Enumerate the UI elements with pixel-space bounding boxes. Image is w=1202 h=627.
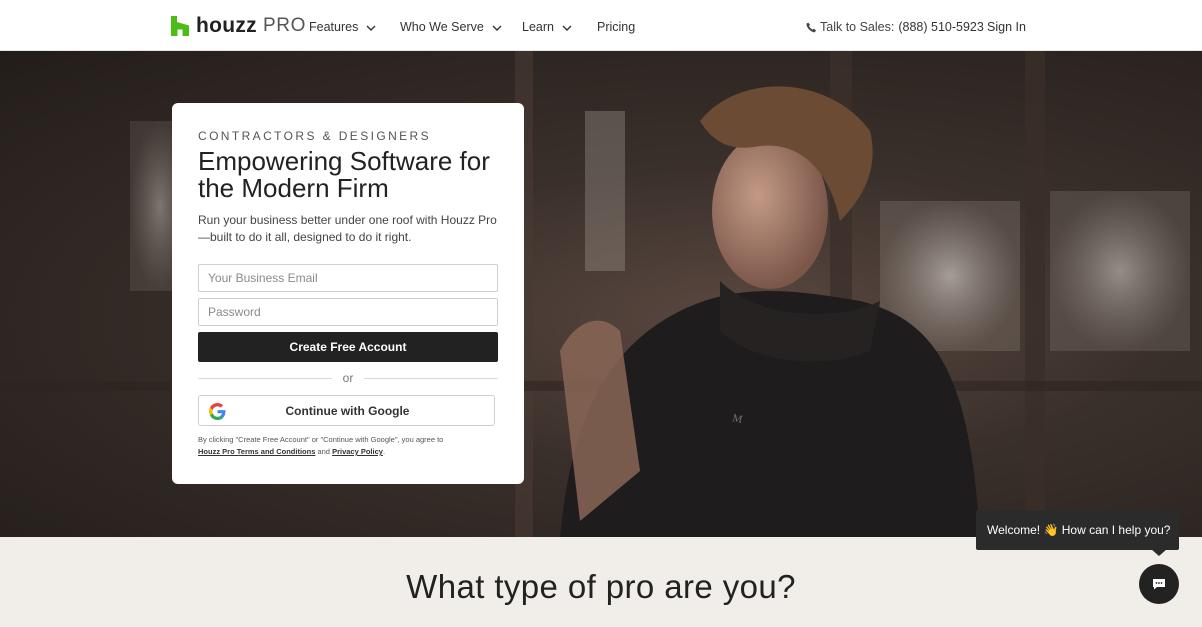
create-free-account-button[interactable]: Create Free Account [198, 332, 498, 362]
nav-learn[interactable]: Learn [522, 20, 572, 34]
logo-suffix: PRO [262, 15, 306, 36]
terms-link[interactable]: Houzz Pro Terms and Conditions [198, 447, 315, 456]
chat-launcher-button[interactable] [1139, 564, 1179, 604]
legal-notice: By clicking "Create Free Account" or "Co… [198, 434, 498, 458]
chevron-down-icon [492, 22, 502, 32]
signup-card: CONTRACTORS & DESIGNERS Empowering Softw… [172, 103, 524, 484]
nav-features[interactable]: Features [309, 20, 376, 34]
or-divider: or [198, 371, 498, 385]
nav-pricing[interactable]: Pricing [597, 20, 635, 34]
continue-with-google-button[interactable]: Continue with Google [198, 395, 495, 426]
sales-contact[interactable]: Talk to Sales: (888) 510-5923 [806, 20, 984, 34]
privacy-policy-link[interactable]: Privacy Policy [332, 447, 383, 456]
legal-end: . [382, 447, 386, 456]
nav-features-label: Features [309, 20, 359, 34]
pro-type-heading: What type of pro are you? [406, 568, 796, 605]
chevron-down-icon [562, 22, 572, 32]
top-nav: houzz PRO Features Who We Serve Learn Pr… [0, 0, 1202, 51]
chat-bubble-tail [1151, 549, 1167, 556]
hero-subtext: Run your business better under one roof … [198, 213, 497, 244]
hero-headline: Empowering Software for the Modern Firm [198, 146, 490, 203]
sales-phone-number[interactable]: (888) 510-5923 [898, 20, 983, 34]
logo-wordmark: houzz [196, 14, 257, 37]
legal-and: and [317, 447, 330, 456]
google-button-label: Continue with Google [285, 404, 410, 418]
nav-who-we-serve-label: Who We Serve [400, 20, 484, 34]
chat-icon [1153, 579, 1165, 590]
nav-learn-label: Learn [522, 20, 554, 34]
houzz-logo-icon [171, 16, 189, 36]
sales-label: Talk to Sales: [820, 20, 895, 34]
hero-eyebrow: CONTRACTORS & DESIGNERS [198, 129, 432, 143]
nav-pricing-label: Pricing [597, 20, 636, 34]
business-email-input[interactable] [198, 264, 498, 292]
chevron-down-icon [366, 22, 376, 32]
password-input[interactable] [198, 298, 498, 326]
chat-welcome-bubble[interactable]: Welcome! 👋 How can I help you? [976, 510, 1179, 550]
phone-icon [806, 22, 817, 33]
divider-line [364, 378, 498, 379]
houzz-pro-logo[interactable]: houzz PRO [171, 14, 306, 37]
sign-in-link[interactable]: Sign In [987, 20, 1026, 34]
nav-who-we-serve[interactable]: Who We Serve [400, 20, 502, 34]
legal-prefix: By clicking "Create Free Account" or "Co… [198, 435, 444, 444]
